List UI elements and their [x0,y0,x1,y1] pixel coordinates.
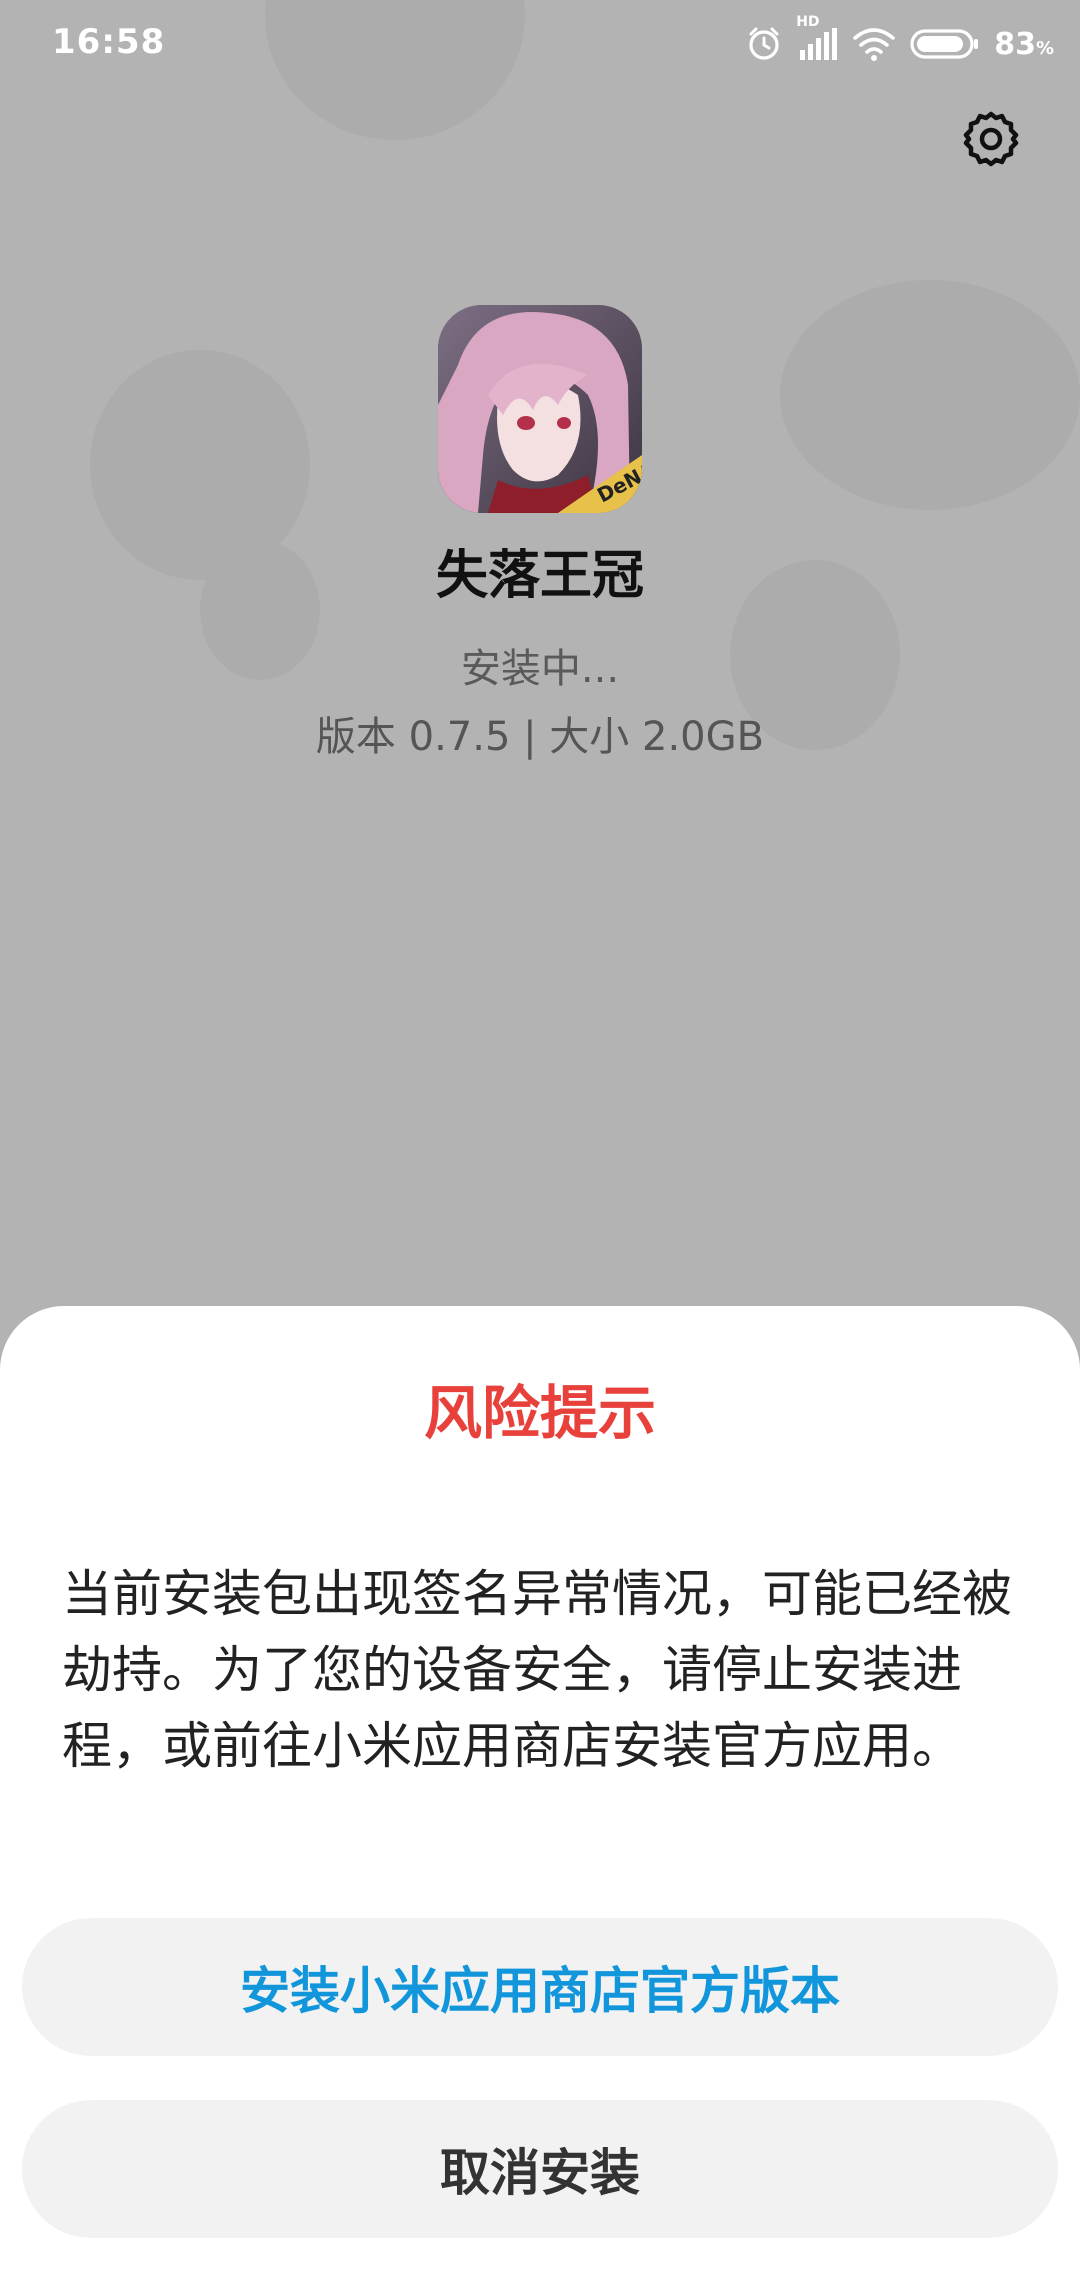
alarm-icon [746,26,782,62]
wifi-icon [852,26,896,62]
network-type-label: HD [796,14,820,30]
cancel-install-button[interactable]: 取消安装 [22,2100,1058,2238]
dialog-message: 当前安装包出现签名异常情况，可能已经被劫持。为了您的设备安全，请停止安装进程，或… [62,1565,1012,1775]
app-icon: DeNA [438,305,642,513]
app-name: 失落王冠 [435,546,644,606]
status-icons: HD 83% [746,14,1054,66]
background-decoration [780,280,1080,510]
battery-unit: % [1035,37,1054,59]
battery-percentage: 83% [994,27,1054,62]
battery-icon [910,26,980,62]
gear-icon [961,109,1021,173]
settings-button[interactable] [958,108,1024,174]
signal-icon: HD [796,14,838,62]
status-time: 16:58 [52,22,166,62]
battery-value: 83 [994,26,1036,62]
status-bar: 16:58 HD 83% [0,0,1080,90]
install-status: 安装中... [460,646,620,692]
risk-dialog: 风险提示 当前安装包出现签名异常情况，可能已经被劫持。为了您的设备安全，请停止安… [0,1306,1080,2280]
dialog-title: 风险提示 [423,1379,656,1447]
version-size-info: 版本 0.7.5 | 大小 2.0GB [315,714,765,760]
install-official-button[interactable]: 安装小米应用商店官方版本 [22,1918,1058,2056]
